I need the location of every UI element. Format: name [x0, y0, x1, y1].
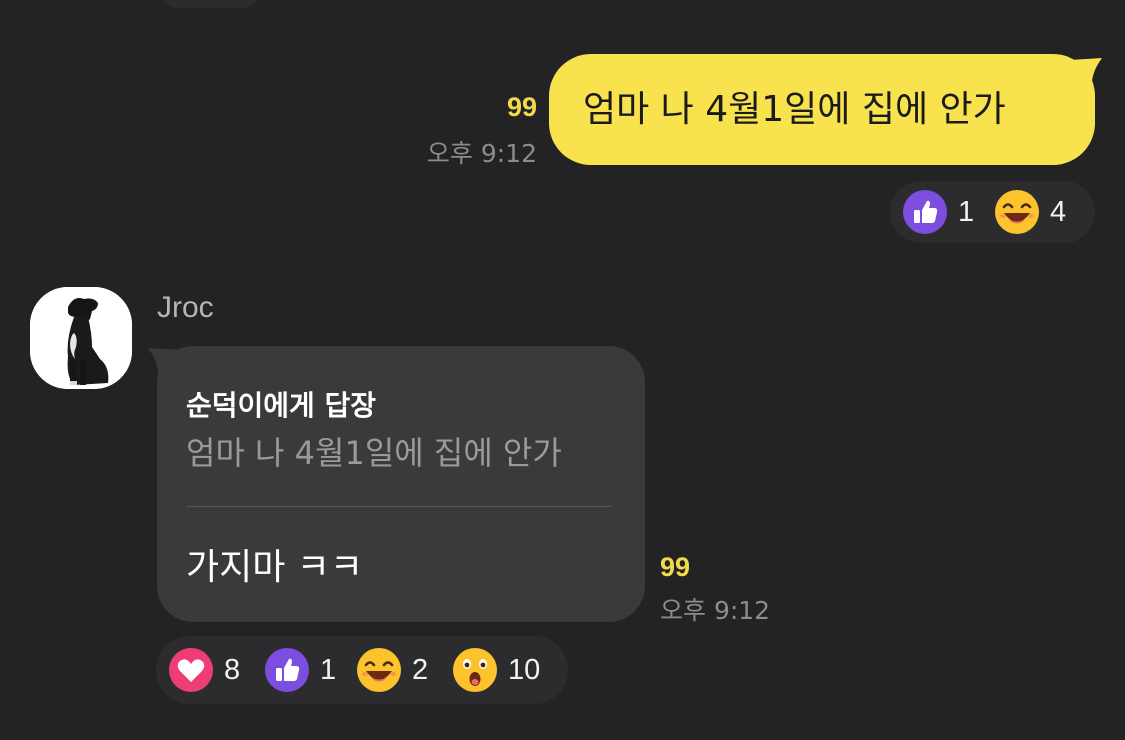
message-text: 가지마 ㅋㅋ — [186, 547, 364, 588]
reaction-laugh[interactable]: 2 — [356, 636, 428, 704]
reaction-count: 2 — [412, 653, 429, 686]
previous-reaction-bar — [160, 0, 260, 8]
message-bubble[interactable]: 엄마 나 4월1일에 집에 안가 — [549, 54, 1095, 165]
thumbs-up-icon — [903, 190, 947, 234]
reaction-count: 1 — [958, 195, 975, 228]
unread-count: 99 — [506, 92, 537, 122]
reaction-bar[interactable]: 8 1 2 10 — [156, 636, 568, 704]
unread-count: 99 — [660, 552, 691, 582]
reaction-laugh[interactable]: 4 — [994, 181, 1066, 243]
reaction-heart[interactable]: 8 — [168, 636, 240, 704]
laughing-face-icon — [357, 648, 401, 692]
quoted-message[interactable]: 엄마 나 4월1일에 집에 안가 — [186, 428, 562, 474]
reaction-count: 10 — [508, 653, 541, 686]
avatar[interactable] — [30, 287, 132, 389]
message-time: 오후 9:12 — [660, 596, 771, 625]
message-time: 오후 9:12 — [426, 139, 537, 168]
reaction-like[interactable]: 1 — [264, 636, 336, 704]
sender-name[interactable]: Jroc — [157, 291, 214, 325]
reaction-like[interactable]: 1 — [902, 181, 974, 243]
reaction-count: 1 — [320, 653, 337, 686]
surprised-face-icon — [453, 648, 497, 692]
reaction-count: 4 — [1050, 195, 1067, 228]
reply-header: 순덕이에게 답장 — [186, 389, 377, 422]
reaction-count: 8 — [224, 653, 241, 686]
reaction-surprised[interactable]: 10 — [452, 636, 540, 704]
reply-divider — [186, 506, 612, 507]
laughing-face-icon — [995, 190, 1039, 234]
reaction-bar[interactable]: 1 4 — [890, 181, 1095, 243]
dog-avatar-icon — [30, 287, 132, 389]
heart-icon — [169, 648, 213, 692]
thumbs-up-icon — [265, 648, 309, 692]
